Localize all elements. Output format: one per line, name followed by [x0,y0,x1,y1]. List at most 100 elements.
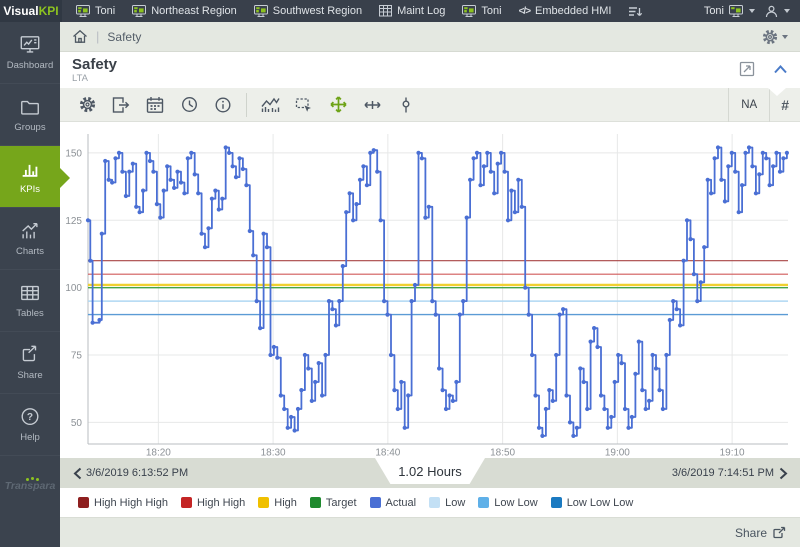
pan-move-button[interactable] [321,88,355,122]
data-point-marker [651,353,655,357]
data-point-marker [743,151,747,155]
data-point-marker [623,407,627,411]
data-point-marker [740,183,744,187]
data-point-marker [144,151,148,155]
tab-toni-2[interactable]: Toni [462,5,501,18]
na-toggle[interactable]: NA [728,88,769,122]
data-point-marker [564,393,568,397]
data-point-marker [210,197,214,201]
chevron-down-icon [782,35,788,39]
data-point-marker [396,407,400,411]
sort-button[interactable] [628,5,642,18]
x-tick-label: 19:10 [720,448,745,459]
sidebar-item-dashboard[interactable]: Dashboard [0,22,60,84]
tab-southwest-region[interactable]: Southwest Region [254,5,362,18]
data-point-marker [458,313,462,317]
tab-embedded-hmi[interactable]: </> Embedded HMI [519,5,612,17]
data-point-marker [127,170,131,174]
data-point-marker [764,156,768,160]
breadcrumb: | Safety [60,22,800,52]
data-point-marker [447,393,451,397]
sidebar-item-tables[interactable]: Tables [0,270,60,332]
data-point-marker [589,340,593,344]
time-back-button[interactable] [68,464,86,482]
sidebar-item-label: KPIs [20,184,40,195]
legend-swatch [310,497,321,508]
footer-bar: Share [60,518,800,547]
x-tick-label: 19:00 [605,448,630,459]
monitor-icon [729,5,743,18]
data-point-marker [224,145,228,149]
data-point-marker [117,151,121,155]
profile-menu[interactable]: Toni [704,5,755,18]
history-button[interactable] [172,88,206,122]
chart-type-button[interactable] [253,88,287,122]
sidebar-item-charts[interactable]: Charts [0,208,60,270]
data-point-marker [403,426,407,430]
data-point-marker [330,307,334,311]
data-point-marker [282,407,286,411]
data-point-marker [551,399,555,403]
tab-northeast-region[interactable]: Northeast Region [132,5,237,18]
y-tick-label: 75 [71,351,83,362]
horizontal-zoom-button[interactable] [355,88,389,122]
actual-series-line [88,148,787,436]
sidebar-item-label: Tables [16,308,43,319]
data-point-marker [616,353,620,357]
time-forward-button[interactable] [774,464,792,482]
chart-toolbar: NA # [60,88,800,122]
export-button[interactable] [104,88,138,122]
gear-icon [761,28,779,46]
data-point-marker [709,191,713,195]
data-point-marker [482,164,486,168]
data-point-marker [110,180,114,184]
data-point-marker [633,372,637,376]
data-point-marker [158,216,162,220]
data-point-marker [310,399,314,403]
info-button[interactable] [206,88,240,122]
move-icon [329,95,348,114]
kpi-trend-chart[interactable]: 507510012515018:2018:3018:4018:5019:0019… [60,122,800,458]
calendar-button[interactable] [138,88,172,122]
data-point-marker [595,345,599,349]
data-point-marker [86,218,90,222]
data-point-marker [248,229,252,233]
data-point-marker [499,151,503,155]
data-point-marker [496,162,500,166]
data-point-marker [200,232,204,236]
sidebar-item-kpis[interactable]: KPIs [0,146,60,208]
cursor-line-button[interactable] [389,88,423,122]
sidebar-item-share[interactable]: Share [0,332,60,394]
share-link[interactable]: Share [735,526,786,540]
settings-button[interactable] [70,88,104,122]
active-item-pointer [60,168,70,188]
data-point-marker [492,191,496,195]
data-point-marker [503,170,507,174]
visualkpi-logo[interactable]: VisualKPI [0,0,62,22]
trend-chart-icon [18,220,42,242]
data-point-marker [599,393,603,397]
data-point-marker [582,380,586,384]
data-point-marker [234,175,238,179]
data-point-marker [299,388,303,392]
data-point-marker [186,156,190,160]
account-menu[interactable] [765,5,790,18]
marquee-select-button[interactable] [287,88,321,122]
tab-toni-1[interactable]: Toni [76,5,115,18]
tab-maint-log[interactable]: Maint Log [379,5,445,17]
collapse-chevron-icon[interactable] [773,64,788,75]
data-point-marker [774,151,778,155]
data-point-marker [293,428,297,432]
legend-swatch [78,497,89,508]
y-tick-label: 150 [65,148,82,159]
trend-chart-svg: 507510012515018:2018:3018:4018:5019:0019… [60,122,800,458]
sidebar-item-help[interactable]: ? Help [0,394,60,456]
chevron-right-icon [779,467,788,480]
data-point-marker [165,164,169,168]
sidebar-item-groups[interactable]: Groups [0,84,60,146]
expand-icon[interactable] [739,61,755,77]
time-duration-tab[interactable]: 1.02 Hours [375,458,485,484]
data-point-marker [320,393,324,397]
home-icon[interactable] [72,29,88,44]
page-settings-button[interactable] [761,28,788,46]
